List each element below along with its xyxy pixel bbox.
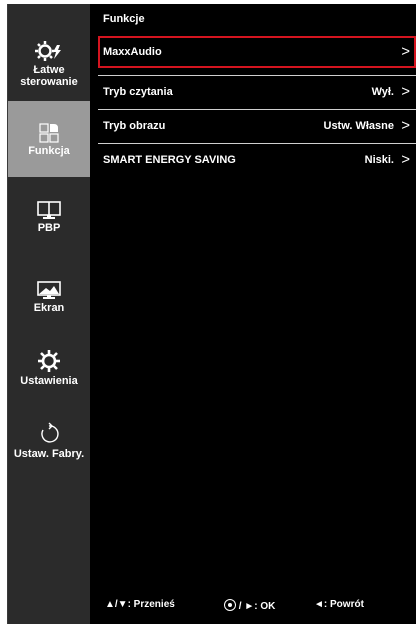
sidebar-item-pbp[interactable]: PBP	[8, 200, 90, 280]
sidebar-item-label: PBP	[37, 222, 61, 234]
key-hints: ▲/▼: Przenieś / ►: OK ◄: Powrót	[90, 599, 416, 613]
menu-item-picture-mode[interactable]: Tryb obrazu Ustw. Własne >	[98, 110, 416, 142]
page-title: Funkcje	[103, 13, 145, 25]
gear-icon	[38, 350, 60, 372]
chevron-right-icon: >	[401, 43, 410, 60]
sidebar-item-label: Ustawienia	[20, 375, 78, 387]
sidebar-item-settings[interactable]: Ustawienia	[8, 349, 90, 429]
menu-item-label: Tryb czytania	[103, 86, 173, 98]
menu-item-value: Niski.	[364, 154, 394, 166]
split-screen-icon	[37, 201, 61, 219]
menu-item-value: Wył.	[371, 86, 394, 98]
sidebar-item-screen[interactable]: Ekran	[8, 280, 90, 360]
chevron-right-icon: >	[401, 117, 410, 134]
reset-arrow-icon	[41, 422, 59, 443]
sidebar-item-label: Ustaw. Fabry.	[13, 448, 85, 460]
menu-item-label: SMART ENERGY SAVING	[103, 154, 236, 166]
sidebar-item-function[interactable]: Funkcja	[8, 101, 90, 177]
joystick-button-icon	[224, 599, 236, 611]
hint-move: ▲/▼: Przenieś	[105, 599, 175, 610]
menu-item-label: Tryb obrazu	[103, 120, 166, 132]
gear-lightning-icon	[35, 41, 61, 61]
chevron-right-icon: >	[401, 151, 410, 168]
sidebar-item-label: Ekran	[33, 302, 65, 314]
menu-item-label: MaxxAudio	[103, 46, 162, 58]
osd-menu: Łatwe sterowanie Funkcja PBP Ekran Ustaw…	[7, 4, 416, 624]
hint-ok-label: / ►: OK	[238, 601, 276, 612]
sidebar-item-label: Funkcja	[28, 145, 70, 157]
menu-item-maxxaudio[interactable]: MaxxAudio >	[98, 36, 416, 68]
menu-item-reading-mode[interactable]: Tryb czytania Wył. >	[98, 76, 416, 108]
picture-icon	[37, 281, 61, 299]
chevron-right-icon: >	[401, 83, 410, 100]
main-panel: Funkcje MaxxAudio > Tryb czytania Wył. >…	[90, 4, 416, 624]
sidebar-item-factory-reset[interactable]: Ustaw. Fabry.	[8, 422, 90, 502]
menu-item-smart-energy-saving[interactable]: SMART ENERGY SAVING Niski. >	[98, 144, 416, 176]
hint-back: ◄: Powrót	[314, 599, 364, 610]
hint-ok: / ►: OK	[224, 599, 275, 612]
grid-quadrant-icon	[39, 123, 59, 143]
menu-item-value: Ustw. Własne	[323, 120, 395, 132]
sidebar-item-label: Łatwe sterowanie	[20, 64, 78, 88]
sidebar: Łatwe sterowanie Funkcja PBP Ekran Ustaw…	[8, 4, 90, 624]
